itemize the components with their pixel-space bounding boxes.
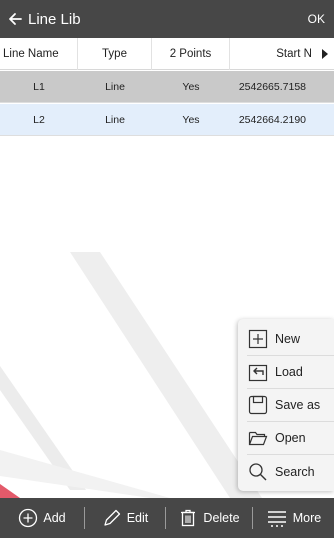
delete-button[interactable]: Delete — [166, 498, 252, 538]
ok-button[interactable]: OK — [308, 12, 325, 26]
cell-start-n: 2542665.7158 — [238, 80, 306, 93]
cell-line-name: L1 — [33, 80, 45, 93]
menu-item-label: Open — [275, 431, 306, 445]
edit-button[interactable]: Edit — [85, 498, 165, 538]
table-header: Line Name Type 2 Points Start N — [0, 37, 334, 70]
title-bar: Line Lib OK — [0, 0, 334, 38]
menu-item-label: New — [275, 332, 301, 346]
load-icon — [248, 364, 268, 382]
cell-start-n: 2542664.2190 — [238, 113, 306, 126]
cell-2-points: Yes — [182, 113, 200, 126]
cell-line-name: L2 — [33, 113, 45, 126]
pencil-icon — [104, 509, 120, 526]
menu-item-label: Save as — [275, 398, 321, 412]
more-menu-popup: New Load Save as Open Search — [238, 319, 334, 491]
more-button[interactable]: More — [253, 498, 334, 538]
page-title: Line Lib — [28, 10, 81, 28]
folder-open-icon — [248, 431, 268, 446]
menu-item-label: Search — [275, 464, 315, 479]
back-arrow-icon[interactable] — [7, 11, 23, 27]
scroll-right-icon[interactable] — [316, 38, 334, 70]
column-header-2-points[interactable]: 2 Points — [152, 37, 230, 70]
column-header-type[interactable]: Type — [78, 37, 152, 70]
column-header-start-n[interactable]: Start N — [230, 38, 316, 70]
more-menu-icon — [267, 511, 286, 527]
bottom-toolbar: Add Edit Delete More — [0, 498, 334, 538]
menu-item-open[interactable]: Open — [247, 422, 334, 455]
plus-box-icon — [248, 329, 268, 349]
cell-type: Line — [105, 80, 125, 93]
menu-item-label: Load — [275, 365, 303, 379]
menu-item-save-as[interactable]: Save as — [247, 389, 334, 422]
back-button[interactable]: Line Lib — [7, 11, 81, 28]
menu-item-load[interactable]: Load — [247, 356, 334, 389]
column-header-line-name[interactable]: Line Name — [0, 37, 78, 70]
add-circle-icon — [19, 508, 38, 528]
search-icon — [249, 462, 267, 480]
more-label: More — [292, 511, 322, 525]
trash-icon — [181, 509, 196, 527]
table-row[interactable]: L2 Line Yes 2542664.2190 — [0, 104, 334, 136]
cell-2-points: Yes — [182, 80, 200, 93]
menu-item-new[interactable]: New — [247, 323, 334, 356]
menu-item-search[interactable]: Search — [247, 455, 334, 488]
edit-label: Edit — [126, 511, 149, 525]
save-icon — [248, 395, 268, 415]
delete-label: Delete — [203, 511, 240, 525]
cell-type: Line — [105, 113, 125, 126]
table-row[interactable]: L1 Line Yes 2542665.7158 — [0, 71, 334, 103]
add-label: Add — [43, 511, 66, 525]
add-button[interactable]: Add — [0, 498, 84, 538]
